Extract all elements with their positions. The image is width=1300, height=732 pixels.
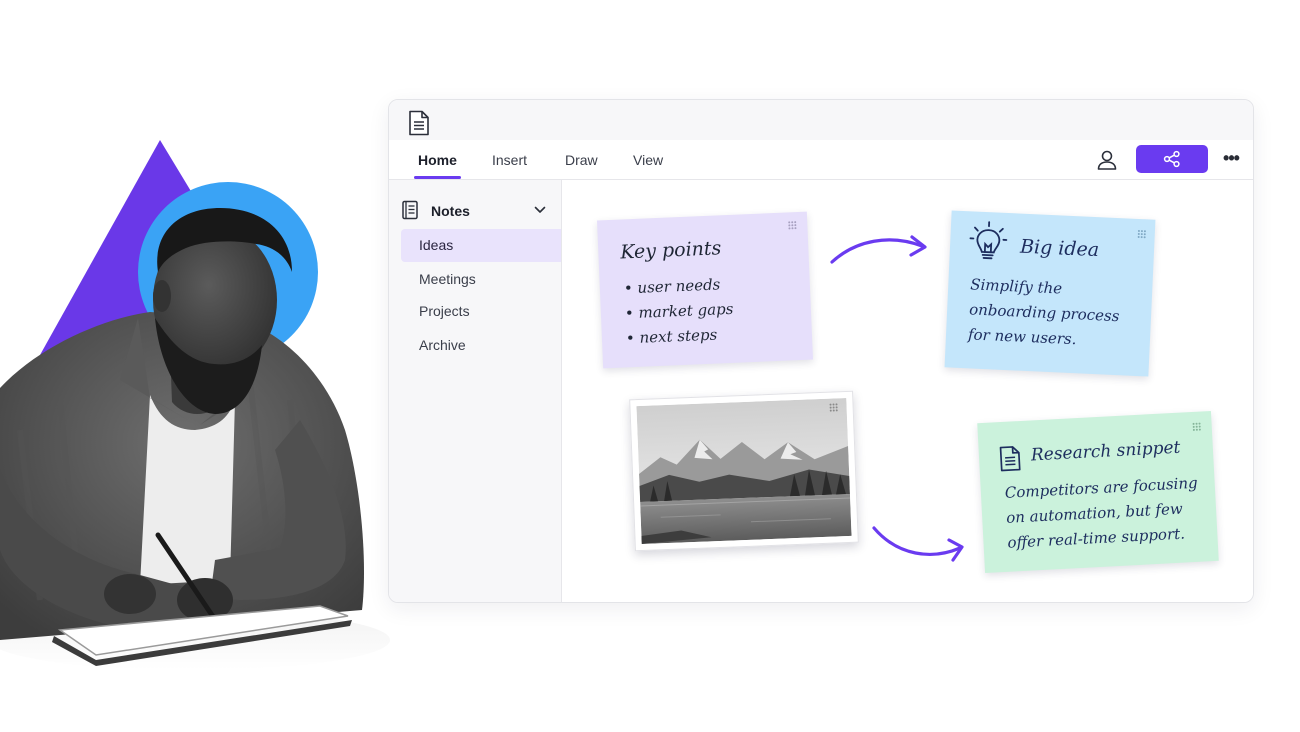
key-points-item: • next steps — [625, 325, 718, 348]
drag-handle-icon[interactable] — [828, 402, 838, 412]
big-idea-title: Big idea — [1019, 235, 1100, 262]
notebook-header[interactable]: Notes — [401, 200, 551, 222]
more-icon[interactable]: ••• — [1219, 149, 1243, 171]
key-points-item: • market gaps — [624, 299, 734, 323]
tab-draw[interactable]: Draw — [565, 140, 598, 179]
sidebar-item-ideas[interactable]: Ideas — [401, 229, 561, 262]
lightbulb-icon — [969, 221, 1008, 260]
document-icon — [409, 110, 429, 136]
share-button[interactable] — [1136, 145, 1208, 173]
mountain-landscape-image — [636, 398, 852, 544]
notebook-icon — [402, 200, 418, 220]
research-snippet-line: on automation, but few — [1005, 499, 1184, 527]
key-points-title: Key points — [619, 237, 722, 264]
sidebar-item-projects[interactable]: Projects — [401, 295, 561, 328]
notebook-title: Notes — [431, 203, 470, 219]
research-snippet-line: Competitors are focusing — [1004, 473, 1199, 502]
note-canvas[interactable]: Key points • user needs • market gaps • … — [562, 180, 1253, 602]
tab-view[interactable]: View — [633, 140, 663, 179]
big-idea-line: onboarding process — [968, 300, 1120, 326]
chevron-down-icon[interactable] — [534, 205, 546, 215]
drag-handle-icon[interactable] — [787, 220, 797, 230]
tab-home[interactable]: Home — [414, 140, 461, 179]
connector-arrow — [830, 235, 927, 264]
research-snippet-title: Research snippet — [1030, 437, 1181, 466]
mountain-landscape-photo[interactable] — [629, 390, 859, 552]
ribbon-tabs: Home Insert Draw View ••• — [389, 140, 1253, 180]
big-idea-line: for new users. — [967, 325, 1077, 349]
key-points-item: • user needs — [623, 275, 721, 298]
man-writing-illustration — [0, 140, 390, 670]
sidebar-item-meetings[interactable]: Meetings — [401, 263, 561, 296]
sidebar-item-archive[interactable]: Archive — [401, 329, 561, 362]
drag-handle-icon[interactable] — [1137, 229, 1147, 239]
key-points-note[interactable]: Key points • user needs • market gaps • … — [596, 211, 814, 369]
user-icon[interactable] — [1095, 148, 1119, 172]
hero-illustration — [0, 0, 390, 732]
big-idea-line: Simplify the — [969, 275, 1063, 298]
big-idea-note[interactable]: Big idea Simplify the onboarding process… — [944, 210, 1156, 377]
connector-arrow — [872, 526, 964, 562]
research-snippet-line: offer real-time support. — [1007, 524, 1186, 552]
notes-app-window: Home Insert Draw View ••• Notes Ideas Me… — [388, 99, 1254, 603]
drag-handle-icon[interactable] — [1191, 421, 1202, 432]
tab-insert[interactable]: Insert — [492, 140, 527, 179]
title-bar — [389, 100, 1253, 140]
notebook-sidebar: Notes Ideas Meetings Projects Archive — [389, 180, 562, 602]
share-icon — [1163, 150, 1180, 168]
research-snippet-note[interactable]: Research snippet Competitors are focusin… — [977, 410, 1219, 574]
document-icon — [999, 446, 1021, 472]
